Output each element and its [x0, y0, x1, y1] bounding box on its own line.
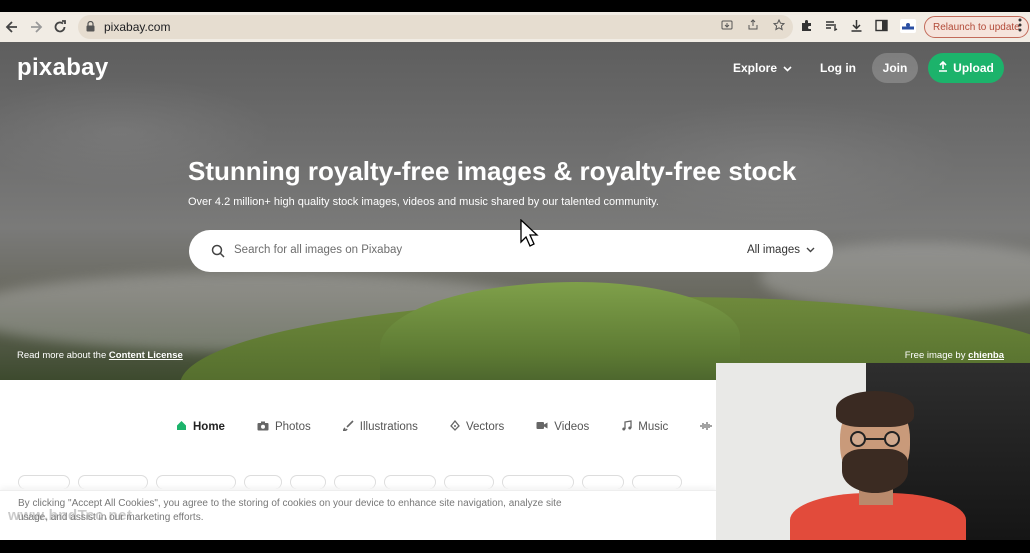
credit-prefix: Free image by: [904, 350, 966, 361]
chevron-down-icon: [806, 244, 815, 256]
tag-pill[interactable]: [290, 475, 326, 489]
tag-pill[interactable]: [156, 475, 236, 489]
license-prefix: Read more about the: [17, 350, 107, 361]
search-input[interactable]: Search for all images on Pixabay: [234, 244, 402, 256]
relaunch-button[interactable]: Relaunch to update: [924, 16, 1029, 38]
tag-pill[interactable]: [582, 475, 624, 489]
hero-section: pixabay Explore Log in Join Upload Stunn…: [0, 42, 1030, 380]
tab-home[interactable]: Home: [176, 420, 225, 434]
tag-pill[interactable]: [18, 475, 70, 489]
back-arrow-icon[interactable]: [0, 15, 24, 39]
login-link[interactable]: Log in: [820, 61, 856, 75]
tag-pill[interactable]: [78, 475, 148, 489]
share-icon[interactable]: [747, 19, 759, 34]
screen: pixabay.com Relaunch to update pixabay E…: [0, 0, 1030, 553]
download-icon[interactable]: [850, 19, 863, 35]
search-type-label: All images: [746, 244, 800, 256]
camera-icon: [257, 421, 269, 434]
chevron-down-icon: [783, 61, 792, 75]
tab-illustrations[interactable]: Illustrations: [341, 420, 418, 434]
address-bar[interactable]: pixabay.com: [78, 15, 793, 39]
tab-label: Illustrations: [359, 421, 418, 433]
pixabay-logo[interactable]: pixabay: [17, 54, 108, 82]
image-credit: Free image by chienba: [905, 350, 1004, 361]
bookmark-star-icon[interactable]: [772, 18, 786, 34]
hero-subline: Over 4.2 million+ high quality stock ima…: [188, 196, 659, 208]
video-icon: [536, 421, 548, 433]
tag-pill[interactable]: [444, 475, 494, 489]
tab-label: Videos: [554, 421, 590, 433]
explore-menu[interactable]: Explore: [733, 61, 792, 75]
url-text: pixabay.com: [104, 20, 171, 34]
install-app-icon[interactable]: [721, 19, 733, 34]
upload-icon: [938, 60, 948, 75]
content-license-link[interactable]: Content License: [109, 350, 183, 361]
tab-vectors[interactable]: Vectors: [450, 419, 505, 434]
search-icon: [211, 244, 225, 258]
tab-label: Music: [638, 421, 669, 433]
waveform-icon: [700, 421, 712, 434]
watermark: www.bndTcc.net: [8, 507, 133, 524]
extensions-puzzle-icon[interactable]: [800, 19, 813, 35]
tag-pill[interactable]: [244, 475, 282, 489]
search-type-dropdown[interactable]: All images: [747, 244, 815, 256]
webcam-overlay: [716, 363, 1030, 540]
lock-icon: [86, 20, 96, 33]
cookie-banner: By clicking "Accept All Cookies", you ag…: [0, 490, 716, 540]
upload-button[interactable]: Upload: [928, 53, 1004, 83]
tab-music[interactable]: Music: [621, 420, 668, 434]
upload-label: Upload: [953, 61, 994, 75]
tab-label: Home: [193, 421, 225, 433]
top-navigation: Explore Log in Join Upload: [733, 53, 1004, 83]
tab-label: Vectors: [465, 421, 505, 433]
letterbox-bar: [0, 540, 1030, 553]
tab-photos[interactable]: Photos: [257, 420, 311, 434]
menu-dots-icon[interactable]: [1018, 18, 1022, 35]
brush-icon: [341, 420, 354, 434]
explore-label: Explore: [732, 61, 777, 75]
credit-author-link[interactable]: chienba: [968, 350, 1004, 361]
webcam-person-hair: [836, 391, 914, 427]
side-panel-icon[interactable]: [875, 19, 888, 35]
tab-label: Photos: [274, 421, 311, 433]
tag-pill[interactable]: [334, 475, 376, 489]
tab-videos[interactable]: Videos: [536, 420, 589, 434]
music-note-icon: [621, 420, 632, 434]
home-icon: [176, 420, 187, 434]
tag-pill[interactable]: [632, 475, 682, 489]
join-button[interactable]: Join: [872, 53, 918, 83]
glasses-icon: [850, 431, 900, 447]
tag-pills: [18, 475, 682, 489]
reload-icon[interactable]: [48, 15, 72, 39]
reading-list-icon[interactable]: [825, 19, 838, 35]
pen-nib-icon: [450, 419, 460, 434]
hero-headline: Stunning royalty-free images & royalty-f…: [188, 156, 797, 186]
profile-avatar-icon[interactable]: [900, 18, 916, 36]
browser-toolbar: pixabay.com Relaunch to update: [0, 12, 1030, 42]
webcam-person-beard: [842, 449, 908, 493]
tag-pill[interactable]: [502, 475, 574, 489]
mouse-cursor-icon: [520, 219, 539, 247]
content-license-note: Read more about the Content License: [17, 350, 183, 361]
forward-arrow-icon[interactable]: [24, 15, 48, 39]
category-tabs: Home Photos Illustrations Vectors Videos…: [176, 419, 764, 434]
tag-pill[interactable]: [384, 475, 436, 489]
search-bar[interactable]: Search for all images on Pixabay All ima…: [189, 230, 833, 272]
